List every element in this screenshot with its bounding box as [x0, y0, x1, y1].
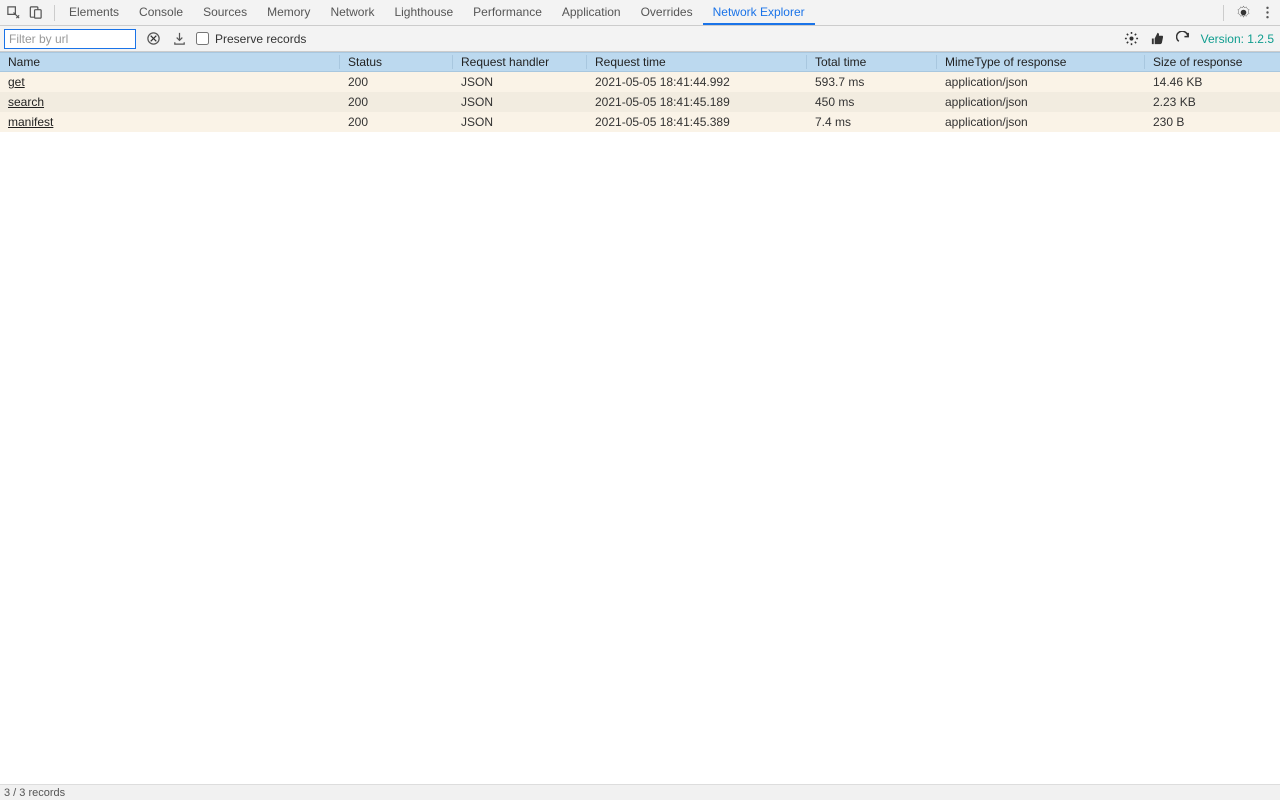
table-cell: get [0, 75, 340, 89]
grid-header-row: NameStatusRequest handlerRequest timeTot… [0, 52, 1280, 72]
tabs-container: ElementsConsoleSourcesMemoryNetworkLight… [59, 0, 815, 25]
column-header[interactable]: Name [0, 55, 340, 69]
devtools-tabbar: ElementsConsoleSourcesMemoryNetworkLight… [0, 0, 1280, 26]
inspect-icon[interactable] [4, 4, 22, 22]
thumbs-up-icon[interactable] [1149, 30, 1167, 48]
refresh-icon[interactable] [1175, 30, 1193, 48]
column-header[interactable]: Request handler [453, 55, 587, 69]
table-cell: JSON [453, 75, 587, 89]
table-cell: 450 ms [807, 95, 937, 109]
tab-performance[interactable]: Performance [463, 0, 552, 25]
table-row[interactable]: get 200JSON2021-05-05 18:41:44.992593.7 m… [0, 72, 1280, 92]
table-cell: 230 B [1145, 115, 1280, 129]
filter-url-input[interactable] [4, 29, 136, 49]
column-header[interactable]: MimeType of response [937, 55, 1145, 69]
tab-overrides[interactable]: Overrides [631, 0, 703, 25]
request-name-link[interactable]: get [8, 75, 25, 89]
column-header[interactable]: Request time [587, 55, 807, 69]
tab-console[interactable]: Console [129, 0, 193, 25]
table-cell: 200 [340, 115, 453, 129]
toolbar: Preserve records Version: 1.2.5 [0, 26, 1280, 52]
column-header[interactable]: Status [340, 55, 453, 69]
table-cell: 2021-05-05 18:41:45.389 [587, 115, 807, 129]
table-row[interactable]: search 200JSON2021-05-05 18:41:45.189450 … [0, 92, 1280, 112]
device-toggle-icon[interactable] [26, 4, 44, 22]
table-cell: search [0, 95, 340, 109]
table-cell: 2021-05-05 18:41:44.992 [587, 75, 807, 89]
table-cell: application/json [937, 95, 1145, 109]
table-cell: 7.4 ms [807, 115, 937, 129]
clear-icon[interactable] [144, 30, 162, 48]
preserve-records-toggle[interactable]: Preserve records [196, 32, 306, 46]
column-header[interactable]: Size of response [1145, 55, 1280, 69]
settings-gear-icon[interactable] [1123, 30, 1141, 48]
table-cell: 593.7 ms [807, 75, 937, 89]
tab-network[interactable]: Network [320, 0, 384, 25]
records-count-label: 3 / 3 records [4, 787, 65, 799]
version-label[interactable]: Version: 1.2.5 [1201, 32, 1276, 46]
column-header[interactable]: Total time [807, 55, 937, 69]
more-vertical-icon[interactable] [1258, 4, 1276, 22]
tab-memory[interactable]: Memory [257, 0, 320, 25]
table-cell: 200 [340, 75, 453, 89]
tabbar-left-icons [4, 4, 50, 22]
table-cell: JSON [453, 95, 587, 109]
network-grid: NameStatusRequest handlerRequest timeTot… [0, 52, 1280, 132]
table-cell: 2.23 KB [1145, 95, 1280, 109]
table-cell: application/json [937, 75, 1145, 89]
preserve-records-label: Preserve records [215, 32, 306, 46]
table-cell: manifest [0, 115, 340, 129]
table-cell: 14.46 KB [1145, 75, 1280, 89]
grid-body: get200JSON2021-05-05 18:41:44.992593.7 m… [0, 72, 1280, 132]
tab-sources[interactable]: Sources [193, 0, 257, 25]
table-cell: 200 [340, 95, 453, 109]
preserve-records-checkbox[interactable] [196, 32, 209, 45]
gear-icon[interactable] [1234, 4, 1252, 22]
tabbar-divider [54, 5, 55, 21]
tab-elements[interactable]: Elements [59, 0, 129, 25]
tab-network-explorer[interactable]: Network Explorer [703, 0, 815, 25]
tab-lighthouse[interactable]: Lighthouse [384, 0, 463, 25]
request-name-link[interactable]: manifest [8, 115, 53, 129]
table-cell: application/json [937, 115, 1145, 129]
table-row[interactable]: manifest 200JSON2021-05-05 18:41:45.3897.… [0, 112, 1280, 132]
request-name-link[interactable]: search [8, 95, 44, 109]
table-cell: 2021-05-05 18:41:45.189 [587, 95, 807, 109]
tab-application[interactable]: Application [552, 0, 631, 25]
status-footer: 3 / 3 records [0, 784, 1280, 800]
tabbar-right-icons [1228, 4, 1276, 22]
export-icon[interactable] [170, 30, 188, 48]
tabbar-divider-right [1223, 5, 1224, 21]
table-cell: JSON [453, 115, 587, 129]
